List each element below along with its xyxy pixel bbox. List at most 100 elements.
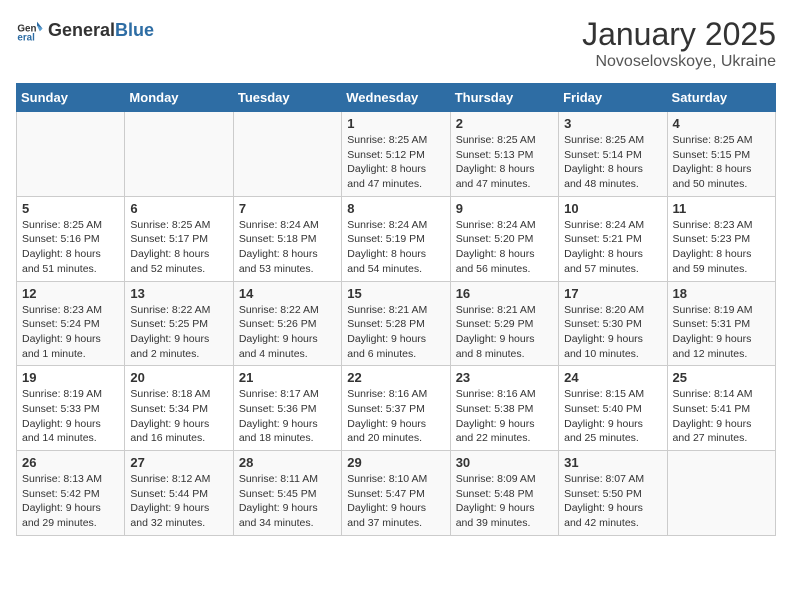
calendar-cell: 16 Sunrise: 8:21 AM Sunset: 5:29 PM Dayli… — [450, 281, 558, 366]
calendar-cell — [233, 112, 341, 197]
calendar-cell: 7 Sunrise: 8:24 AM Sunset: 5:18 PM Daylig… — [233, 196, 341, 281]
day-number: 3 — [564, 116, 661, 131]
title-block: January 2025 Novoselovskoye, Ukraine — [582, 16, 776, 71]
day-info: Sunrise: 8:13 AM Sunset: 5:42 PM Dayligh… — [22, 472, 119, 531]
day-info: Sunrise: 8:24 AM Sunset: 5:18 PM Dayligh… — [239, 218, 336, 277]
day-info: Sunrise: 8:21 AM Sunset: 5:29 PM Dayligh… — [456, 303, 553, 362]
day-info: Sunrise: 8:19 AM Sunset: 5:31 PM Dayligh… — [673, 303, 770, 362]
day-info: Sunrise: 8:19 AM Sunset: 5:33 PM Dayligh… — [22, 387, 119, 446]
day-info: Sunrise: 8:16 AM Sunset: 5:37 PM Dayligh… — [347, 387, 444, 446]
day-info: Sunrise: 8:25 AM Sunset: 5:15 PM Dayligh… — [673, 133, 770, 192]
calendar-week-row: 12 Sunrise: 8:23 AM Sunset: 5:24 PM Dayli… — [17, 281, 776, 366]
calendar-cell: 10 Sunrise: 8:24 AM Sunset: 5:21 PM Dayli… — [559, 196, 667, 281]
day-number: 21 — [239, 370, 336, 385]
day-number: 26 — [22, 455, 119, 470]
calendar-week-row: 26 Sunrise: 8:13 AM Sunset: 5:42 PM Dayli… — [17, 451, 776, 536]
calendar-cell: 15 Sunrise: 8:21 AM Sunset: 5:28 PM Dayli… — [342, 281, 450, 366]
day-number: 7 — [239, 201, 336, 216]
day-info: Sunrise: 8:25 AM Sunset: 5:12 PM Dayligh… — [347, 133, 444, 192]
day-number: 31 — [564, 455, 661, 470]
main-title: January 2025 — [582, 16, 776, 53]
calendar-cell: 24Sunrise: 8:15 AM Sunset: 5:40 PM Dayli… — [559, 366, 667, 451]
calendar-cell: 20Sunrise: 8:18 AM Sunset: 5:34 PM Dayli… — [125, 366, 233, 451]
day-number: 13 — [130, 286, 227, 301]
day-number: 15 — [347, 286, 444, 301]
calendar-cell: 25 Sunrise: 8:14 AM Sunset: 5:41 PM Dayli… — [667, 366, 775, 451]
day-number: 19 — [22, 370, 119, 385]
calendar-cell: 6 Sunrise: 8:25 AM Sunset: 5:17 PM Daylig… — [125, 196, 233, 281]
calendar-cell: 19 Sunrise: 8:19 AM Sunset: 5:33 PM Dayli… — [17, 366, 125, 451]
day-number: 20 — [130, 370, 227, 385]
day-info: Sunrise: 8:07 AM Sunset: 5:50 PM Dayligh… — [564, 472, 661, 531]
calendar-cell: 11 Sunrise: 8:23 AM Sunset: 5:23 PM Dayli… — [667, 196, 775, 281]
day-number: 22 — [347, 370, 444, 385]
svg-text:eral: eral — [17, 33, 35, 44]
day-number: 10 — [564, 201, 661, 216]
day-number: 28 — [239, 455, 336, 470]
calendar-cell: 1 Sunrise: 8:25 AM Sunset: 5:12 PM Daylig… — [342, 112, 450, 197]
day-number: 18 — [673, 286, 770, 301]
day-number: 29 — [347, 455, 444, 470]
day-number: 5 — [22, 201, 119, 216]
day-info: Sunrise: 8:25 AM Sunset: 5:14 PM Dayligh… — [564, 133, 661, 192]
day-info: Sunrise: 8:25 AM Sunset: 5:17 PM Dayligh… — [130, 218, 227, 277]
calendar-cell: 13 Sunrise: 8:22 AM Sunset: 5:25 PM Dayli… — [125, 281, 233, 366]
day-number: 14 — [239, 286, 336, 301]
day-number: 17 — [564, 286, 661, 301]
day-info: Sunrise: 8:25 AM Sunset: 5:16 PM Dayligh… — [22, 218, 119, 277]
day-info: Sunrise: 8:12 AM Sunset: 5:44 PM Dayligh… — [130, 472, 227, 531]
calendar-cell — [17, 112, 125, 197]
day-info: Sunrise: 8:24 AM Sunset: 5:20 PM Dayligh… — [456, 218, 553, 277]
day-number: 4 — [673, 116, 770, 131]
calendar-cell: 3 Sunrise: 8:25 AM Sunset: 5:14 PM Daylig… — [559, 112, 667, 197]
day-info: Sunrise: 8:23 AM Sunset: 5:23 PM Dayligh… — [673, 218, 770, 277]
calendar-table: SundayMondayTuesdayWednesdayThursdayFrid… — [16, 83, 776, 536]
day-number: 8 — [347, 201, 444, 216]
calendar-week-row: 5 Sunrise: 8:25 AM Sunset: 5:16 PM Daylig… — [17, 196, 776, 281]
day-info: Sunrise: 8:15 AM Sunset: 5:40 PM Dayligh… — [564, 387, 661, 446]
calendar-cell: 18 Sunrise: 8:19 AM Sunset: 5:31 PM Dayli… — [667, 281, 775, 366]
calendar-week-row: 1 Sunrise: 8:25 AM Sunset: 5:12 PM Daylig… — [17, 112, 776, 197]
calendar-cell: 12 Sunrise: 8:23 AM Sunset: 5:24 PM Dayli… — [17, 281, 125, 366]
day-info: Sunrise: 8:24 AM Sunset: 5:21 PM Dayligh… — [564, 218, 661, 277]
day-number: 11 — [673, 201, 770, 216]
day-info: Sunrise: 8:23 AM Sunset: 5:24 PM Dayligh… — [22, 303, 119, 362]
weekday-header: Friday — [559, 84, 667, 112]
day-info: Sunrise: 8:22 AM Sunset: 5:25 PM Dayligh… — [130, 303, 227, 362]
day-info: Sunrise: 8:10 AM Sunset: 5:47 PM Dayligh… — [347, 472, 444, 531]
calendar-cell: 31 Sunrise: 8:07 AM Sunset: 5:50 PM Dayli… — [559, 451, 667, 536]
calendar-cell: 27 Sunrise: 8:12 AM Sunset: 5:44 PM Dayli… — [125, 451, 233, 536]
day-number: 1 — [347, 116, 444, 131]
day-number: 27 — [130, 455, 227, 470]
day-info: Sunrise: 8:11 AM Sunset: 5:45 PM Dayligh… — [239, 472, 336, 531]
weekday-header: Wednesday — [342, 84, 450, 112]
day-info: Sunrise: 8:20 AM Sunset: 5:30 PM Dayligh… — [564, 303, 661, 362]
day-info: Sunrise: 8:22 AM Sunset: 5:26 PM Dayligh… — [239, 303, 336, 362]
weekday-header: Tuesday — [233, 84, 341, 112]
calendar-header-row: SundayMondayTuesdayWednesdayThursdayFrid… — [17, 84, 776, 112]
day-number: 6 — [130, 201, 227, 216]
day-number: 23 — [456, 370, 553, 385]
calendar-cell: 23Sunrise: 8:16 AM Sunset: 5:38 PM Dayli… — [450, 366, 558, 451]
sub-title: Novoselovskoye, Ukraine — [582, 53, 776, 71]
calendar-cell: 5 Sunrise: 8:25 AM Sunset: 5:16 PM Daylig… — [17, 196, 125, 281]
day-number: 30 — [456, 455, 553, 470]
calendar-cell: 28 Sunrise: 8:11 AM Sunset: 5:45 PM Dayli… — [233, 451, 341, 536]
calendar-cell: 8Sunrise: 8:24 AM Sunset: 5:19 PM Daylig… — [342, 196, 450, 281]
day-number: 25 — [673, 370, 770, 385]
day-info: Sunrise: 8:21 AM Sunset: 5:28 PM Dayligh… — [347, 303, 444, 362]
day-number: 16 — [456, 286, 553, 301]
day-number: 2 — [456, 116, 553, 131]
calendar-cell: 26 Sunrise: 8:13 AM Sunset: 5:42 PM Dayli… — [17, 451, 125, 536]
day-number: 12 — [22, 286, 119, 301]
day-number: 9 — [456, 201, 553, 216]
day-info: Sunrise: 8:09 AM Sunset: 5:48 PM Dayligh… — [456, 472, 553, 531]
weekday-header: Monday — [125, 84, 233, 112]
calendar-cell: 9 Sunrise: 8:24 AM Sunset: 5:20 PM Daylig… — [450, 196, 558, 281]
calendar-cell: 4 Sunrise: 8:25 AM Sunset: 5:15 PM Daylig… — [667, 112, 775, 197]
calendar-cell: 22 Sunrise: 8:16 AM Sunset: 5:37 PM Dayli… — [342, 366, 450, 451]
calendar-cell: 14 Sunrise: 8:22 AM Sunset: 5:26 PM Dayli… — [233, 281, 341, 366]
calendar-cell: 29 Sunrise: 8:10 AM Sunset: 5:47 PM Dayli… — [342, 451, 450, 536]
day-info: Sunrise: 8:14 AM Sunset: 5:41 PM Dayligh… — [673, 387, 770, 446]
calendar-cell — [667, 451, 775, 536]
